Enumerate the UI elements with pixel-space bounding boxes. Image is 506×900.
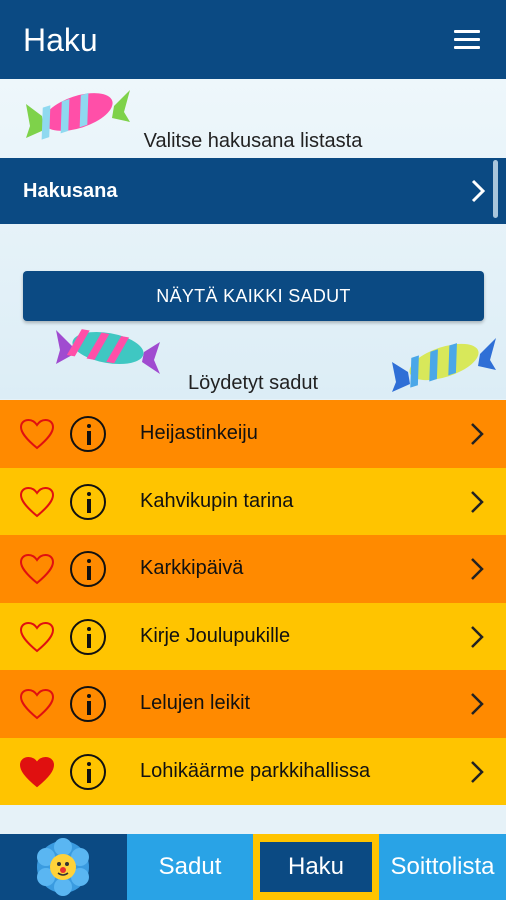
info-icon[interactable] — [70, 753, 106, 790]
chevron-right-icon — [471, 625, 484, 648]
info-icon[interactable] — [70, 551, 106, 587]
page-title: Haku — [23, 22, 98, 58]
story-row[interactable]: Kahvikupin tarina — [0, 467, 506, 535]
nav-tab-soittolista[interactable]: Soittolista — [379, 834, 506, 900]
story-title: Heijastinkeiju — [140, 422, 258, 444]
story-row[interactable]: Karkkipäivä — [0, 535, 506, 603]
show-all-stories-button[interactable]: NÄYTÄ KAIKKI SADUT — [23, 271, 484, 321]
info-icon[interactable] — [70, 618, 106, 655]
flower-logo-icon — [37, 838, 89, 896]
keyword-label: Hakusana — [23, 180, 118, 202]
heart-outline-icon[interactable] — [19, 418, 55, 450]
chevron-right-icon — [471, 760, 484, 783]
heart-filled-icon[interactable] — [19, 756, 55, 788]
story-row[interactable]: Kirje Joulupukille — [0, 602, 506, 670]
heart-outline-icon[interactable] — [19, 486, 55, 518]
story-title: Lohikäärme parkkihallissa — [140, 759, 371, 782]
app-header: Haku — [0, 0, 506, 79]
bottom-navigation: Sadut Haku Soittolista — [0, 834, 506, 900]
candy-decoration-middle — [56, 329, 160, 374]
info-icon[interactable] — [70, 483, 106, 520]
story-title: Kahvikupin tarina — [140, 489, 294, 512]
heart-outline-icon[interactable] — [19, 553, 55, 585]
story-list: Heijastinkeiju Kahvikupin tarina Karkkipäi… — [0, 400, 506, 805]
story-title: Kirje Joulupukille — [140, 624, 291, 647]
hamburger-menu-icon[interactable] — [454, 30, 480, 50]
chevron-right-icon — [471, 490, 484, 513]
story-row[interactable]: Lohikäärme parkkihallissa — [0, 737, 506, 805]
chevron-right-icon — [471, 179, 486, 203]
info-icon[interactable] — [70, 416, 106, 452]
search-instruction: Valitse hakusana listasta — [143, 130, 363, 152]
story-title: Lelujen leikit — [140, 692, 251, 714]
keyword-selector[interactable]: Hakusana — [0, 158, 506, 224]
nav-tab-sadut[interactable]: Sadut — [127, 834, 253, 900]
scrollbar[interactable] — [493, 160, 498, 218]
chevron-right-icon — [471, 423, 484, 445]
chevron-right-icon — [471, 558, 484, 580]
nav-tab-haku[interactable]: Haku — [260, 842, 372, 892]
heart-outline-icon[interactable] — [19, 621, 55, 653]
nav-tab-haku-frame: Haku — [253, 834, 379, 900]
story-row[interactable]: Heijastinkeiju — [0, 400, 506, 468]
story-title: Karkkipäivä — [140, 557, 244, 579]
nav-home-logo[interactable] — [0, 834, 127, 900]
story-row[interactable]: Lelujen leikit — [0, 670, 506, 738]
info-icon[interactable] — [70, 686, 106, 722]
heart-outline-icon[interactable] — [19, 688, 55, 720]
found-stories-heading: Löydetyt sadut — [187, 372, 319, 394]
chevron-right-icon — [471, 693, 484, 715]
